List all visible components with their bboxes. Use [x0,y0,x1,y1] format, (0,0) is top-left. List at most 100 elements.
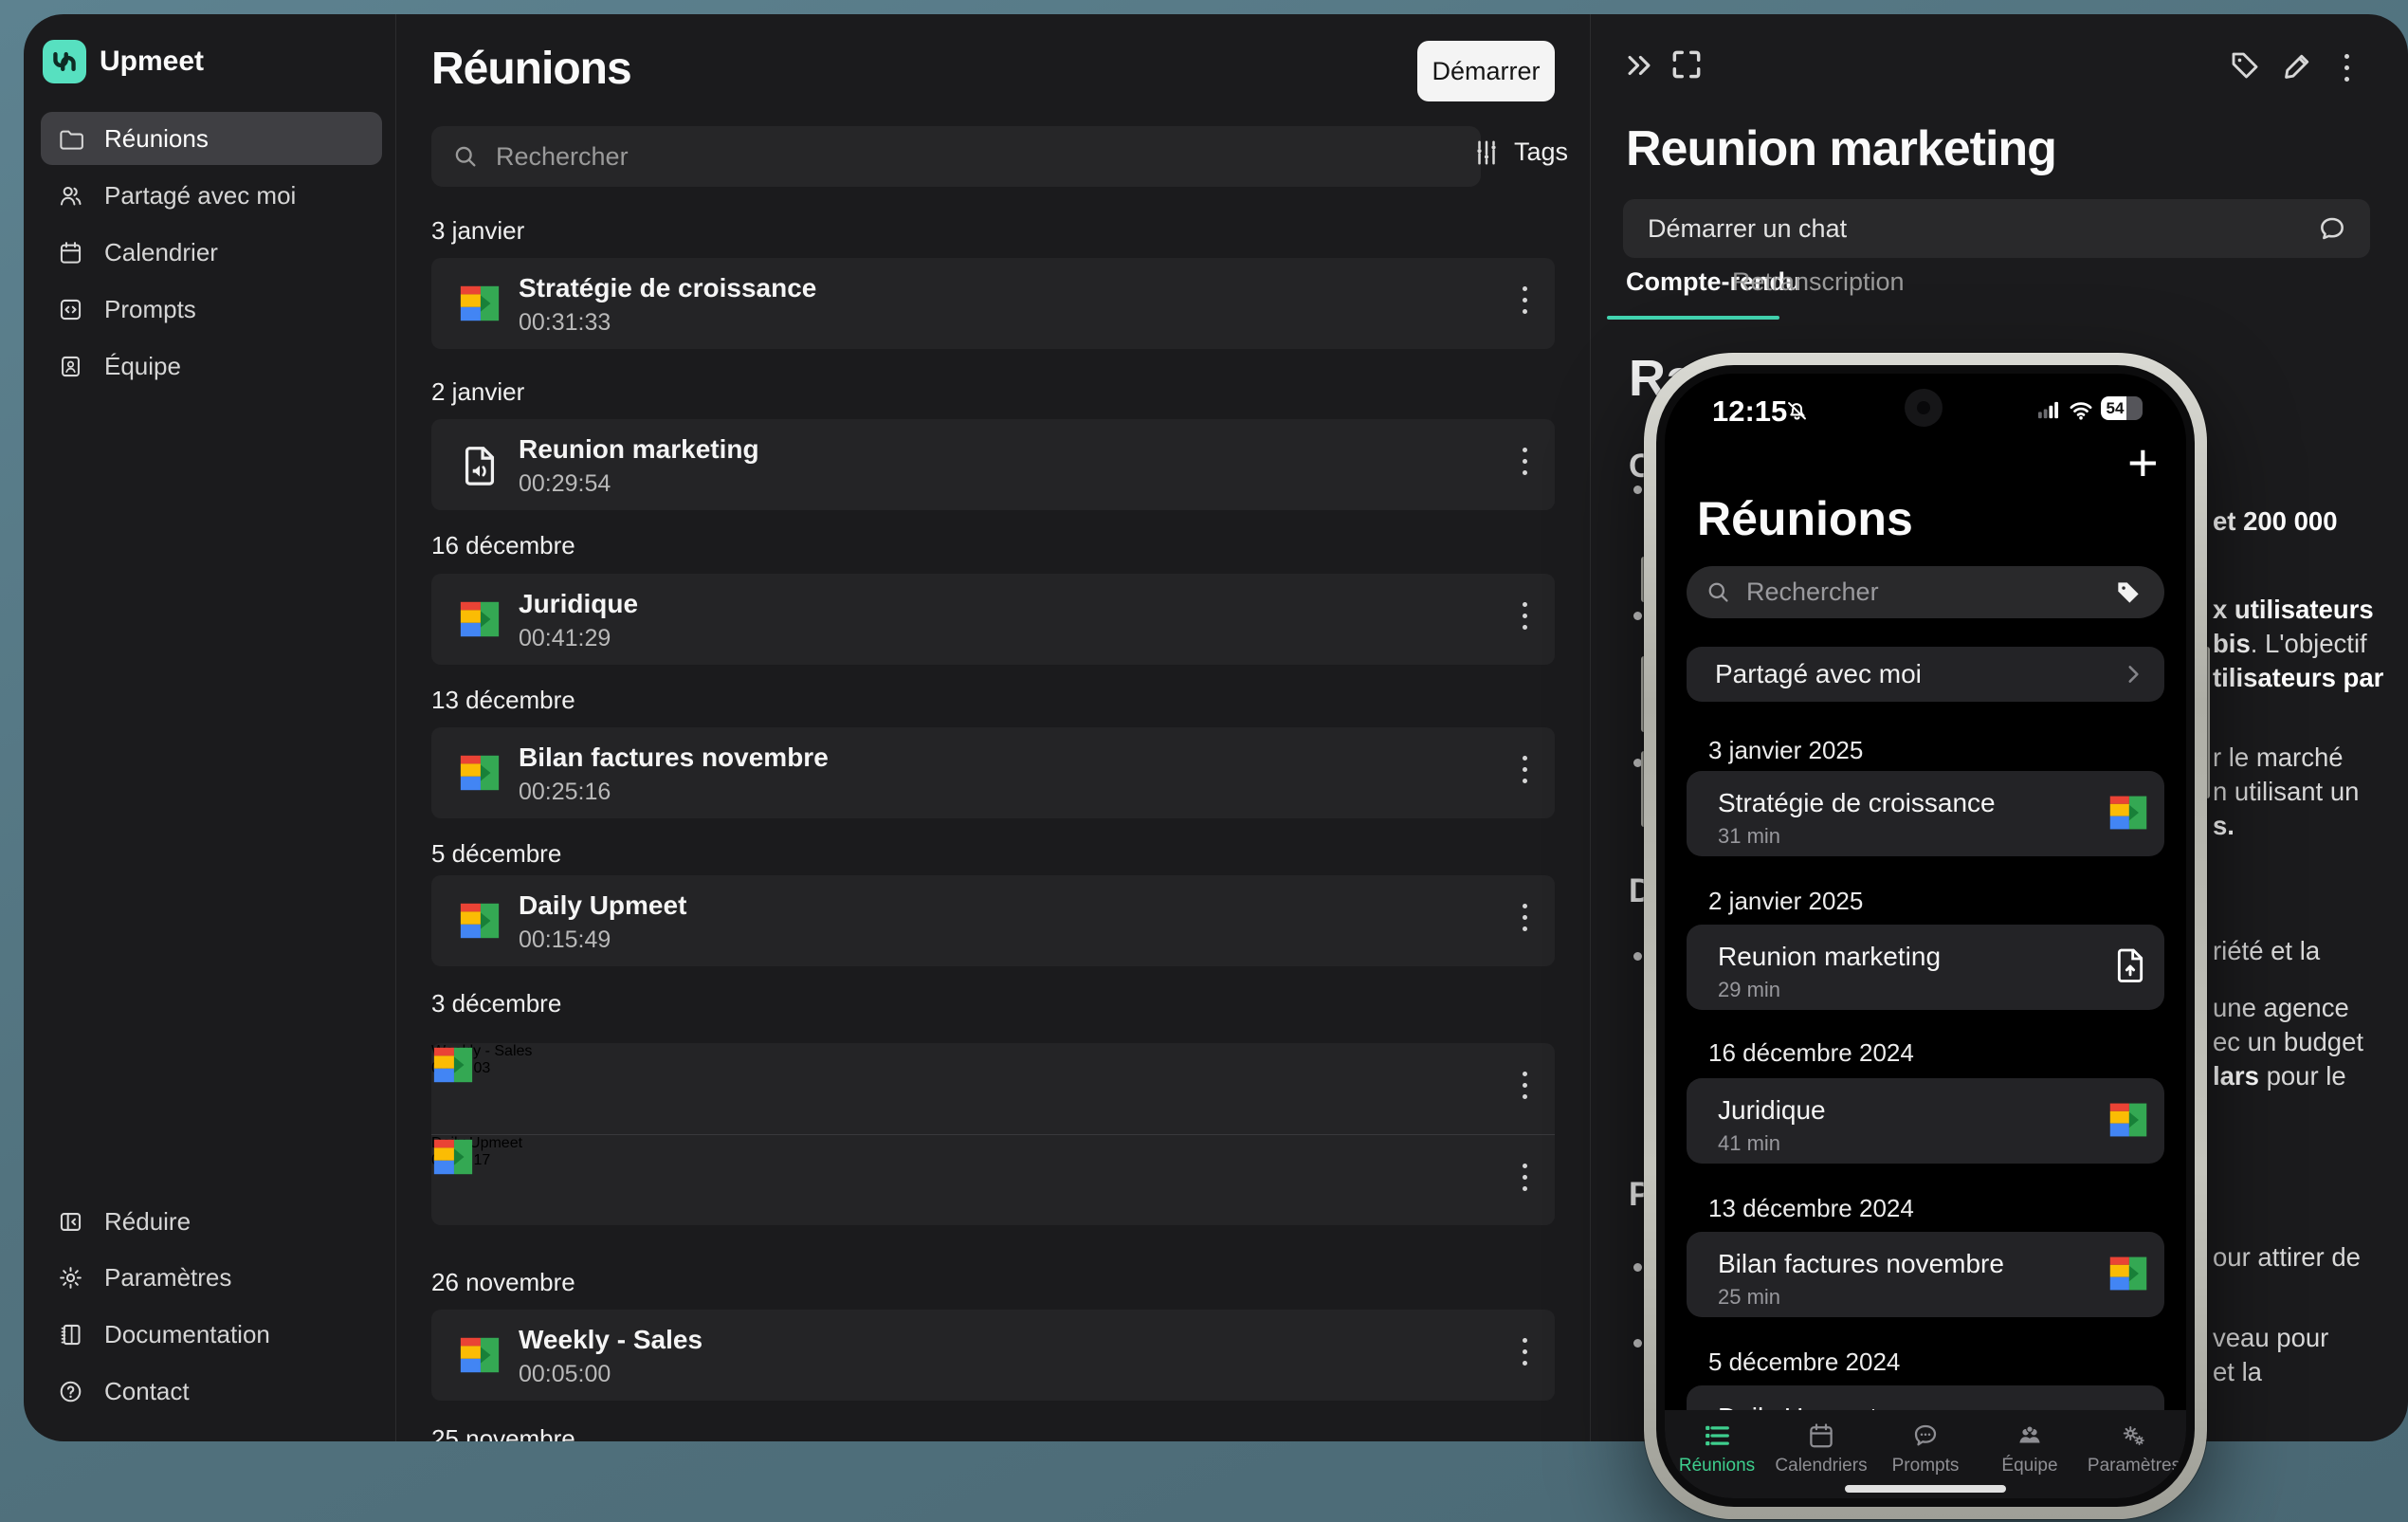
google-meet-icon [2107,1253,2149,1294]
report-text-line: r le marché [2213,743,2344,773]
bullet-dot [1633,1339,1642,1348]
google-meet-icon [431,1043,475,1087]
meeting-title: Reunion marketing [1718,942,1941,972]
gear-icon [58,1265,83,1291]
wifi-icon [2067,397,2095,423]
sidebar-item-label: Partagé avec moi [104,181,296,211]
signal-icon [2033,399,2064,421]
meeting-row[interactable]: Bilan factures novembre 25 min [1687,1232,2164,1317]
bullet-dot [1633,1263,1642,1272]
meeting-row[interactable]: Bilan factures novembre 00:25:16 [431,727,1555,818]
search-icon [452,143,479,170]
date-group-header: 3 décembre [431,989,561,1018]
kebab-menu-icon[interactable] [1523,1338,1528,1372]
folder-icon [58,126,83,152]
sidebar-item-label: Calendrier [104,238,218,267]
start-meeting-button[interactable]: Démarrer [1417,41,1555,101]
phone-search-input[interactable]: Rechercher [1687,566,2164,618]
tab-label: Réunions [1679,1456,1755,1476]
meeting-row[interactable]: Reunion marketing 29 min [1687,925,2164,1010]
meeting-row[interactable]: Juridique 00:41:29 [431,574,1555,665]
meeting-row[interactable]: Stratégie de croissance 31 min [1687,771,2164,856]
sidebar-item-partage[interactable]: Partagé avec moi [41,169,382,222]
date-group-header: 3 janvier [431,216,524,246]
sidebar-item-reunions[interactable]: Réunions [41,112,382,165]
kebab-menu-icon[interactable] [1523,286,1528,321]
date-group-header: 13 décembre [431,686,575,715]
sidebar-item-reduire[interactable]: Réduire [41,1199,382,1244]
meeting-duration: 41 min [1718,1131,1780,1156]
sidebar-item-parametres[interactable]: Paramètres [41,1255,382,1300]
tag-icon[interactable] [2228,48,2262,83]
fullscreen-icon[interactable] [1669,46,1705,83]
phone-mockup: 12:15 54 + Réunions Rechercher Partagé a… [1644,353,2207,1519]
meeting-title: Bilan factures novembre [519,743,829,773]
meeting-row[interactable]: Reunion marketing 00:29:54 [431,419,1555,510]
sidebar-item-label: Équipe [104,352,181,381]
sidebar-item-contact[interactable]: Contact [41,1368,382,1414]
tab-reunions[interactable]: Réunions [1665,1410,1769,1498]
list-icon [1703,1421,1731,1450]
tag-filled-icon[interactable] [2113,578,2143,608]
kebab-menu-icon[interactable] [1523,1164,1528,1198]
more-menu-icon[interactable] [2344,54,2350,88]
sliders-icon [1472,138,1501,167]
google-meet-icon [458,899,502,943]
meeting-row[interactable]: Weekly - Sales 00:30:03 [431,1043,1555,1134]
chat-input[interactable]: Démarrer un chat [1623,199,2370,258]
tags-filter-button[interactable]: Tags [1472,138,1568,167]
tab-parametres[interactable]: Paramètres [2082,1410,2186,1498]
kebab-menu-icon[interactable] [1523,904,1528,938]
tab-retranscription[interactable]: Retranscription [1732,267,1905,297]
meeting-row[interactable]: Daily Upmeet 00:15:49 [431,875,1555,966]
home-indicator[interactable] [1845,1485,2006,1493]
sidebar-item-label: Contact [104,1377,190,1406]
desktop: Upmeet Réunions Partagé avec moi Calendr… [0,0,2408,1522]
kebab-menu-icon[interactable] [1523,448,1528,482]
date-group-header: 3 janvier 2025 [1708,736,1863,765]
meeting-row[interactable]: Juridique 41 min [1687,1078,2164,1164]
meeting-title: Weekly - Sales [519,1325,702,1355]
add-meeting-button[interactable]: + [2127,436,2159,489]
date-group-header: 26 novembre [431,1268,575,1297]
active-tab-underline [1607,316,1779,320]
date-group-header: 2 janvier [431,377,524,407]
google-meet-icon [458,751,502,795]
notebook-icon [58,1322,83,1348]
meeting-row[interactable]: Stratégie de croissance 00:31:33 [431,258,1555,349]
meeting-row[interactable]: Weekly - Sales 00:05:00 [431,1310,1555,1401]
meeting-title: Stratégie de croissance [1718,788,1996,818]
kebab-menu-icon[interactable] [1523,1072,1528,1106]
search-input[interactable]: Rechercher [431,126,1481,187]
panel-divider [1590,14,1591,1441]
edit-pencil-icon[interactable] [2281,48,2315,83]
meeting-row[interactable]: Daily Upmeet 00:30:17 [431,1135,1555,1226]
sidebar-item-prompts[interactable]: Prompts [41,283,382,336]
gears-icon [2120,1421,2148,1450]
meeting-group: Weekly - Sales 00:30:03 Daily Upmeet 00:… [431,1043,1555,1225]
sidebar-item-calendrier[interactable]: Calendrier [41,226,382,279]
meeting-title: Juridique [1718,1095,1826,1126]
report-text-line: ec un budget [2213,1027,2363,1057]
meeting-duration: 00:25:16 [519,779,611,806]
date-group-header: 25 novembre [431,1424,575,1441]
report-text-line: tilisateurs par [2213,663,2383,693]
chat-dots-icon [1911,1421,1940,1450]
search-placeholder: Rechercher [1746,578,1879,607]
sidebar-item-label: Paramètres [104,1263,231,1293]
phone-page-title: Réunions [1697,491,1913,546]
people-icon [2016,1421,2044,1450]
kebab-menu-icon[interactable] [1523,756,1528,790]
sidebar-item-documentation[interactable]: Documentation [41,1311,382,1357]
chat-placeholder: Démarrer un chat [1648,214,1847,244]
sidebar-item-equipe[interactable]: Équipe [41,339,382,393]
collapse-panel-icon [58,1209,83,1235]
report-text-line: et 200 000 [2213,506,2338,537]
search-icon [1706,579,1731,605]
battery-icon: 54 [2101,396,2143,420]
report-text-line: s. [2213,811,2235,841]
shared-with-me-row[interactable]: Partagé avec moi [1687,647,2164,702]
kebab-menu-icon[interactable] [1523,602,1528,636]
sidebar-item-label: Réduire [104,1207,191,1237]
collapse-chevrons-icon[interactable] [1623,49,1655,82]
